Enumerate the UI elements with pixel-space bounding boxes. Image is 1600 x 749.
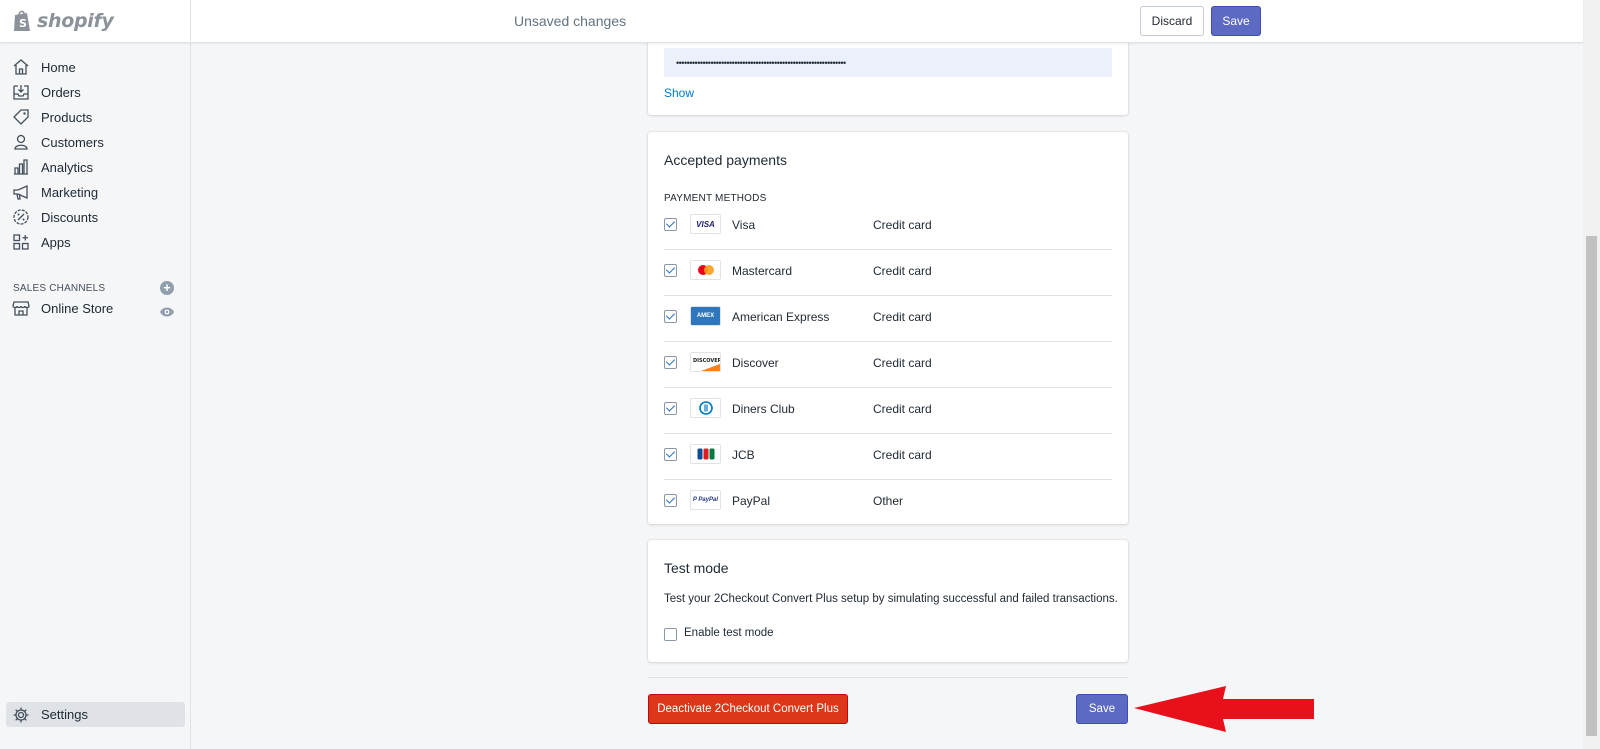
payment-method-type: Credit card	[873, 218, 932, 232]
sidebar-item-label: Marketing	[41, 184, 99, 200]
test-mode-description: Test your 2Checkout Convert Plus setup b…	[664, 593, 1118, 605]
payment-method-type: Credit card	[873, 264, 932, 278]
sales-channels-header: SALES CHANNELS	[13, 283, 106, 294]
divider	[648, 677, 1128, 678]
svg-text:DISCOVER: DISCOVER	[693, 358, 720, 364]
payment-method-name: Mastercard	[732, 264, 793, 278]
orders-icon	[12, 83, 30, 101]
payment-method-name: Visa	[732, 218, 756, 232]
eye-icon[interactable]	[159, 306, 175, 321]
payment-method-row: VISA Visa Credit card	[664, 204, 1112, 250]
payment-method-name: PayPal	[732, 494, 771, 508]
payment-method-name: Discover	[732, 356, 779, 370]
payment-method-name: Diners Club	[732, 402, 795, 416]
accepted-payments-card: Accepted payments PAYMENT METHODS VISA V…	[648, 132, 1128, 524]
sidebar-item-label: Orders	[41, 84, 81, 100]
sidebar-item-products[interactable]: Products	[12, 106, 184, 128]
test-mode-card: Test mode Test your 2Checkout Convert Pl…	[648, 540, 1128, 662]
sidebar-item-label: Apps	[41, 234, 71, 250]
card-title: Test mode	[664, 560, 729, 576]
sidebar: Home Orders Products Customers Analytics…	[0, 43, 191, 749]
visa-logo: VISA	[690, 214, 721, 234]
discount-icon	[12, 208, 30, 226]
sidebar-item-label: Home	[41, 59, 76, 75]
sidebar-item-discounts[interactable]: Discounts	[12, 206, 184, 228]
add-sales-channel-icon[interactable]: +	[160, 281, 174, 295]
sidebar-item-label: Products	[41, 109, 93, 125]
sidebar-item-settings[interactable]: Settings	[6, 702, 185, 727]
sidebar-item-analytics[interactable]: Analytics	[12, 156, 184, 178]
payment-method-type: Credit card	[873, 310, 932, 324]
payment-method-name: American Express	[732, 310, 830, 324]
enable-test-mode-checkbox[interactable]	[664, 628, 677, 641]
paypal-logo: P PayPal	[690, 490, 721, 510]
save-button-top[interactable]: Save	[1211, 6, 1261, 36]
payment-method-row: DISCOVER Discover Credit card	[664, 342, 1112, 388]
discover-checkbox[interactable]	[664, 356, 677, 369]
shopify-logo[interactable]: S shopify	[12, 8, 114, 34]
person-icon	[12, 133, 30, 151]
paypal-checkbox[interactable]	[664, 494, 677, 507]
sidebar-item-label: Settings	[41, 707, 88, 722]
unsaved-status: Unsaved changes	[514, 13, 627, 29]
sidebar-item-marketing[interactable]: Marketing	[12, 181, 184, 203]
mastercard-logo	[690, 260, 721, 280]
discard-button[interactable]: Discard	[1140, 6, 1204, 36]
payment-method-row: Diners Club Credit card	[664, 388, 1112, 434]
amex-logo: AMEX	[690, 306, 721, 326]
scrollbar-thumb[interactable]	[1586, 236, 1597, 736]
shopify-bag-icon: S	[12, 9, 32, 33]
payment-method-name: JCB	[732, 448, 755, 462]
bar-chart-icon	[12, 158, 30, 176]
payment-methods-caption: PAYMENT METHODS	[664, 193, 767, 204]
payment-method-type: Credit card	[873, 356, 932, 370]
visa-checkbox[interactable]	[664, 218, 677, 231]
apps-icon	[12, 233, 30, 251]
megaphone-icon	[12, 183, 30, 201]
sidebar-item-orders[interactable]: Orders	[12, 81, 184, 103]
sidebar-item-label: Customers	[41, 134, 104, 150]
sidebar-item-label: Discounts	[41, 209, 99, 225]
save-button-bottom[interactable]: Save	[1076, 694, 1128, 724]
show-password-link[interactable]: Show	[664, 86, 694, 100]
sidebar-item-label: Analytics	[41, 159, 94, 175]
payment-method-row: Mastercard Credit card	[664, 250, 1112, 296]
jcb-checkbox[interactable]	[664, 448, 677, 461]
sidebar-item-home[interactable]: Home	[12, 56, 184, 78]
payment-method-type: Other	[873, 494, 904, 508]
payment-method-type: Credit card	[873, 402, 932, 416]
store-icon	[12, 299, 30, 317]
sidebar-item-label: Online Store	[41, 300, 114, 316]
divider	[190, 0, 191, 43]
mastercard-checkbox[interactable]	[664, 264, 677, 277]
sidebar-item-customers[interactable]: Customers	[12, 131, 184, 153]
payment-method-row: AMEX American Express Credit card	[664, 296, 1112, 342]
payment-method-row: P PayPal PayPal Other	[664, 480, 1112, 526]
password-field[interactable]: ••••••••••••••••••••••••••••••••••••••••…	[664, 48, 1112, 77]
card-title: Accepted payments	[664, 152, 787, 168]
annotation-arrow-icon	[1134, 686, 1314, 732]
diners-club-checkbox[interactable]	[664, 402, 677, 415]
enable-test-mode-label[interactable]: Enable test mode	[684, 627, 774, 639]
discover-logo: DISCOVER	[690, 352, 721, 372]
home-icon	[12, 58, 30, 76]
top-bar: S shopify Unsaved changes Discard Save	[0, 0, 1583, 43]
deactivate-button[interactable]: Deactivate 2Checkout Convert Plus	[648, 694, 848, 724]
gear-icon	[12, 706, 30, 724]
payment-method-type: Credit card	[873, 448, 932, 462]
sidebar-item-apps[interactable]: Apps	[12, 231, 184, 253]
jcb-logo	[690, 444, 721, 464]
payment-method-row: JCB Credit card	[664, 434, 1112, 480]
svg-text:S: S	[19, 17, 27, 30]
tag-icon	[12, 108, 30, 126]
brand-name: shopify	[37, 10, 114, 32]
amex-checkbox[interactable]	[664, 310, 677, 323]
diners-logo	[690, 398, 721, 418]
